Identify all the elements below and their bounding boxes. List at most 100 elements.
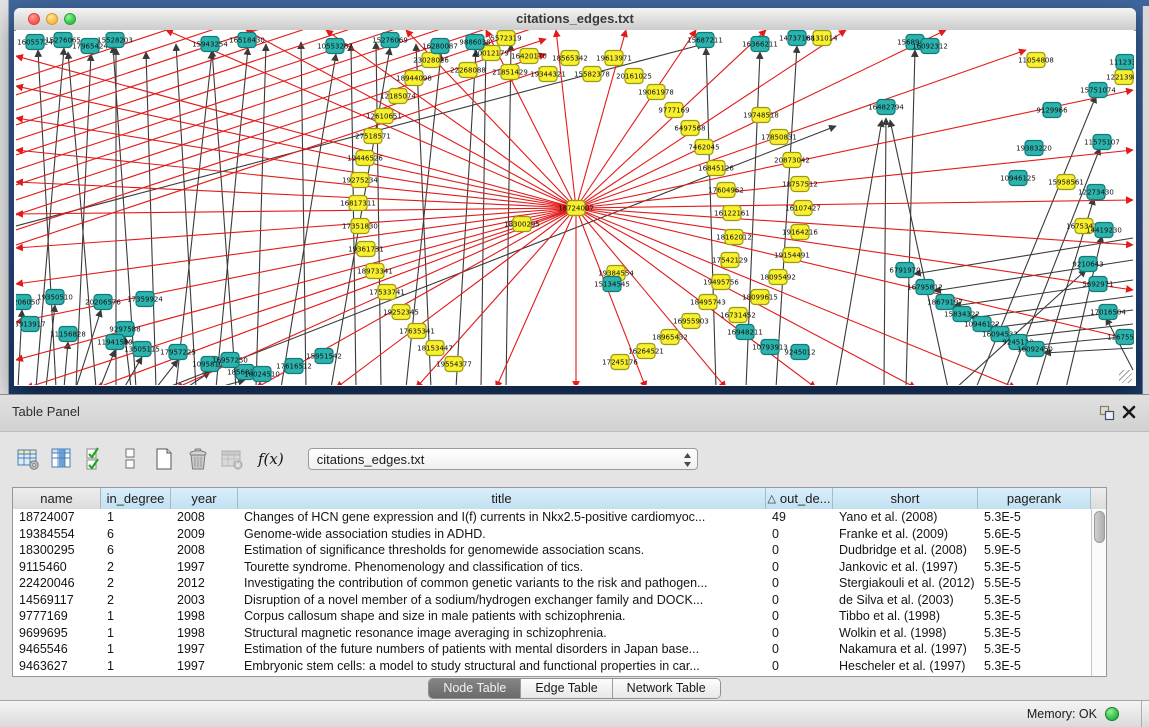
cell-out-de-[interactable]: 0 bbox=[766, 560, 833, 574]
cell-out-de-[interactable]: 0 bbox=[766, 543, 833, 557]
network-node[interactable]: 23028026 bbox=[413, 53, 449, 68]
network-node[interactable]: 17957225 bbox=[160, 345, 196, 360]
cell-name[interactable]: 19384554 bbox=[13, 527, 101, 541]
network-edge[interactable] bbox=[16, 86, 576, 208]
zoom-window-icon[interactable] bbox=[64, 13, 76, 25]
cell-in-degree[interactable]: 2 bbox=[101, 560, 171, 574]
network-node[interactable]: 16518430 bbox=[229, 33, 265, 48]
network-node[interactable]: 9777169 bbox=[658, 103, 689, 118]
network-node[interactable]: 19154491 bbox=[774, 248, 810, 263]
cell-pagerank[interactable]: 5.3E-5 bbox=[978, 659, 1091, 673]
network-node[interactable]: 15951542 bbox=[306, 349, 342, 364]
network-node[interactable]: 10793913 bbox=[752, 340, 788, 355]
tab-edge-table[interactable]: Edge Table bbox=[520, 679, 611, 698]
network-node[interactable]: 17245176 bbox=[602, 355, 638, 370]
close-panel-icon[interactable] bbox=[1121, 404, 1137, 420]
table-row[interactable]: 946554611997Estimation of the future num… bbox=[13, 641, 1091, 658]
new-table-icon[interactable] bbox=[150, 445, 178, 473]
cell-year[interactable]: 1997 bbox=[171, 642, 238, 656]
network-node[interactable]: 16420170 bbox=[511, 49, 547, 64]
network-node[interactable]: 17604962 bbox=[708, 183, 744, 198]
cell-pagerank[interactable]: 5.3E-5 bbox=[978, 642, 1091, 656]
network-edge[interactable] bbox=[216, 380, 245, 385]
scrollbar-thumb[interactable] bbox=[1094, 511, 1105, 543]
column-header-in-degree[interactable]: in_degree bbox=[101, 488, 171, 509]
cell-title[interactable]: Genome-wide association studies in ADHD. bbox=[238, 527, 766, 541]
cell-in-degree[interactable]: 1 bbox=[101, 510, 171, 524]
table-mode-icon[interactable] bbox=[14, 445, 42, 473]
cell-in-degree[interactable]: 1 bbox=[101, 626, 171, 640]
network-edge[interactable] bbox=[16, 208, 576, 248]
cell-out-de-[interactable]: 0 bbox=[766, 527, 833, 541]
cell-year[interactable]: 2008 bbox=[171, 543, 238, 557]
cell-name[interactable]: 9699695 bbox=[13, 626, 101, 640]
import-table-icon[interactable] bbox=[218, 445, 246, 473]
cell-title[interactable]: Disruption of a novel member of a sodium… bbox=[238, 593, 766, 607]
network-node[interactable]: 6497568 bbox=[674, 121, 705, 136]
cell-name[interactable]: 18724007 bbox=[13, 510, 101, 524]
cell-short[interactable]: Jankovic et al. (1997) bbox=[833, 560, 978, 574]
cell-year[interactable]: 1998 bbox=[171, 609, 238, 623]
network-node[interactable]: 17616512 bbox=[276, 359, 312, 374]
select-all-icon[interactable] bbox=[82, 445, 110, 473]
network-edge[interactable] bbox=[16, 150, 576, 208]
cell-pagerank[interactable]: 5.3E-5 bbox=[978, 510, 1091, 524]
cell-in-degree[interactable]: 6 bbox=[101, 527, 171, 541]
network-edge[interactable] bbox=[906, 50, 915, 385]
network-node[interactable]: 18099615 bbox=[742, 290, 778, 305]
table-row[interactable]: 2242004622012Investigating the contribut… bbox=[13, 575, 1091, 592]
cell-name[interactable]: 9777169 bbox=[13, 609, 101, 623]
cell-short[interactable]: Wolkin et al. (1998) bbox=[833, 626, 978, 640]
column-header-pagerank[interactable]: pagerank bbox=[978, 488, 1091, 509]
cell-name[interactable]: 18300295 bbox=[13, 543, 101, 557]
network-node[interactable]: 6791970 bbox=[889, 263, 920, 278]
citation-network-graph[interactable]: 1872400723028026189440981218507412610651… bbox=[16, 30, 1134, 385]
network-node[interactable]: 19495756 bbox=[703, 275, 739, 290]
cell-title[interactable]: Embryonic stem cells: a model to study s… bbox=[238, 659, 766, 673]
minimize-window-icon[interactable] bbox=[46, 13, 58, 25]
network-edge[interactable] bbox=[16, 208, 576, 214]
network-node[interactable]: 14737168 bbox=[779, 31, 815, 46]
float-panel-icon[interactable] bbox=[1099, 405, 1115, 421]
cell-pagerank[interactable]: 5.3E-5 bbox=[978, 626, 1091, 640]
cell-short[interactable]: Tibbo et al. (1998) bbox=[833, 609, 978, 623]
network-node[interactable]: 10946125 bbox=[1000, 171, 1036, 186]
network-node[interactable]: 5692971 bbox=[1082, 277, 1113, 292]
clear-selection-icon[interactable] bbox=[116, 445, 144, 473]
network-node[interactable]: 19613971 bbox=[596, 51, 632, 66]
network-node[interactable]: 18757512 bbox=[782, 177, 818, 192]
table-row[interactable]: 1938455462009Genome-wide association stu… bbox=[13, 526, 1091, 543]
network-node[interactable]: 18495743 bbox=[690, 295, 726, 310]
table-row[interactable]: 1872400712008Changes of HCN gene express… bbox=[13, 509, 1091, 526]
network-edge[interactable] bbox=[124, 357, 142, 385]
network-node[interactable]: 11156828 bbox=[50, 327, 86, 342]
table-row[interactable]: 977716911998Corpus callosum shape and si… bbox=[13, 608, 1091, 625]
network-node[interactable]: 12273430 bbox=[1078, 185, 1114, 200]
column-show-icon[interactable] bbox=[48, 445, 76, 473]
network-edge[interactable] bbox=[100, 350, 115, 385]
cell-title[interactable]: Tourette syndrome. Phenomenology and cla… bbox=[238, 560, 766, 574]
cell-name[interactable]: 14569117 bbox=[13, 593, 101, 607]
table-row[interactable]: 969969511998Structural magnetic resonanc… bbox=[13, 625, 1091, 642]
network-edge[interactable] bbox=[64, 342, 68, 385]
cell-year[interactable]: 2003 bbox=[171, 593, 238, 607]
network-node[interactable]: 19748518 bbox=[743, 108, 779, 123]
network-node[interactable]: 11575107 bbox=[1084, 135, 1120, 150]
network-node[interactable]: 15751074 bbox=[1080, 83, 1116, 98]
cell-title[interactable]: Investigating the contribution of common… bbox=[238, 576, 766, 590]
network-node[interactable]: 18965432 bbox=[652, 330, 688, 345]
function-builder-icon[interactable]: f(x) bbox=[258, 450, 284, 468]
network-node[interactable]: 16482794 bbox=[868, 100, 904, 115]
tab-node-table[interactable]: Node Table bbox=[429, 679, 520, 698]
cell-short[interactable]: Nakamura et al. (1997) bbox=[833, 642, 978, 656]
network-edge[interactable] bbox=[576, 208, 1133, 245]
network-node[interactable]: 20161025 bbox=[616, 69, 652, 84]
cell-title[interactable]: Estimation of significance thresholds fo… bbox=[238, 543, 766, 557]
network-node[interactable]: 16366211 bbox=[742, 37, 778, 52]
column-header-short[interactable]: short bbox=[833, 488, 978, 509]
table-selector-dropdown[interactable]: citations_edges.txt bbox=[308, 448, 698, 470]
cell-pagerank[interactable]: 5.3E-5 bbox=[978, 593, 1091, 607]
network-edge[interactable] bbox=[576, 30, 696, 208]
cell-title[interactable]: Corpus callosum shape and size in male p… bbox=[238, 609, 766, 623]
network-edge[interactable] bbox=[281, 54, 336, 385]
